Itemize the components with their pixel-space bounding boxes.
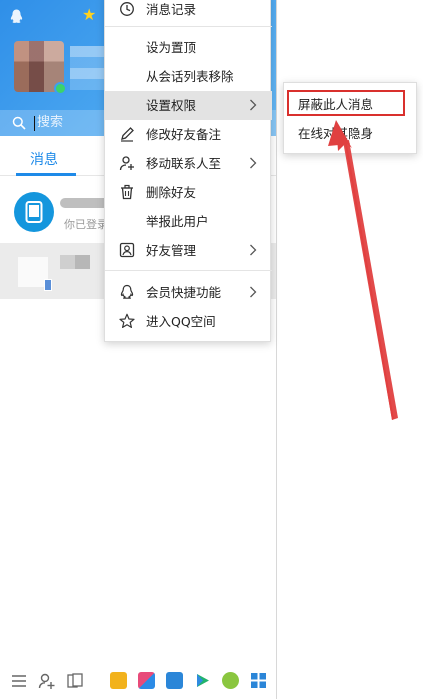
trash-icon [121, 184, 133, 200]
annotation-highlight-box [287, 90, 405, 116]
add-friend-icon[interactable] [38, 672, 56, 690]
menu-item-label: 删除好友 [146, 185, 197, 200]
app-game-icon[interactable] [110, 672, 127, 689]
menu-item-enter-qzone[interactable]: 进入QQ空间 [105, 307, 272, 336]
menu-item-label: 设置权限 [146, 98, 197, 113]
penguin-icon [120, 284, 134, 299]
menu-divider [105, 270, 272, 271]
menu-item-remove-from-list[interactable]: 从会话列表移除 [105, 62, 272, 91]
chevron-right-icon [250, 99, 257, 111]
menu-item-friend-management[interactable]: 好友管理 [105, 236, 272, 265]
menu-item-pin-top[interactable]: 设为置顶 [105, 33, 272, 62]
contact-name-blurred [60, 255, 90, 269]
app-music-icon[interactable] [222, 672, 239, 689]
menu-item-label: 好友管理 [146, 243, 197, 258]
menu-item-label: 修改好友备注 [146, 127, 222, 142]
submenu-item-label: 在线对其隐身 [298, 126, 374, 141]
file-manager-icon[interactable] [66, 672, 84, 690]
menu-item-label: 移动联系人至 [146, 156, 222, 171]
contact-name-blurred [60, 198, 110, 208]
nickname-blurred [70, 46, 104, 90]
message-preview: 你已登录 [64, 218, 108, 231]
star-outline-icon [119, 313, 135, 328]
menu-divider [105, 26, 272, 27]
tab-messages[interactable]: 消息 [30, 149, 58, 169]
pencil-icon [121, 127, 134, 142]
online-status-icon[interactable] [54, 82, 67, 95]
menu-item-label: 消息记录 [146, 2, 197, 17]
menu-item-label: 举报此用户 [146, 214, 209, 229]
menu-item-vip-shortcuts[interactable]: 会员快捷功能 [105, 278, 272, 307]
device-badge-icon [44, 279, 52, 291]
menu-icon[interactable] [10, 672, 28, 690]
tab-active-indicator [16, 173, 76, 176]
menu-item-edit-remark[interactable]: 修改好友备注 [105, 120, 272, 149]
bottom-toolbar [0, 664, 276, 699]
star-icon[interactable]: ★ [82, 6, 96, 24]
app-mail-icon[interactable] [138, 672, 155, 689]
phone-icon [25, 201, 43, 223]
search-icon [12, 116, 26, 130]
contact-card-icon [119, 242, 135, 258]
menu-item-label: 进入QQ空间 [146, 314, 216, 329]
menu-item-label: 设为置顶 [146, 40, 197, 55]
menu-item-message-history[interactable]: 消息记录 [105, 0, 272, 24]
context-menu: 消息记录 设为置顶 从会话列表移除 设置权限 修改好友备注 移动联系人至 删除好… [104, 0, 272, 342]
text-cursor [34, 116, 35, 131]
menu-item-label: 从会话列表移除 [146, 69, 234, 84]
menu-item-report-user[interactable]: 举报此用户 [105, 207, 272, 236]
qq-penguin-icon[interactable] [10, 9, 23, 24]
person-move-icon [119, 156, 134, 171]
chevron-right-icon [250, 244, 257, 256]
app-grid-icon[interactable] [250, 672, 267, 689]
menu-item-delete-friend[interactable]: 删除好友 [105, 178, 272, 207]
app-cloud-icon[interactable] [166, 672, 183, 689]
menu-item-set-permissions[interactable]: 设置权限 [105, 91, 272, 120]
menu-item-label: 会员快捷功能 [146, 285, 222, 300]
submenu-item-invisible-to-contact[interactable]: 在线对其隐身 [284, 120, 418, 148]
menu-item-move-contact[interactable]: 移动联系人至 [105, 149, 272, 178]
app-video-icon[interactable] [194, 672, 211, 689]
clock-icon [120, 2, 134, 16]
device-avatar [14, 192, 54, 232]
chevron-right-icon [250, 286, 257, 298]
search-input[interactable]: 搜索 [37, 114, 63, 132]
chevron-right-icon [250, 157, 257, 169]
